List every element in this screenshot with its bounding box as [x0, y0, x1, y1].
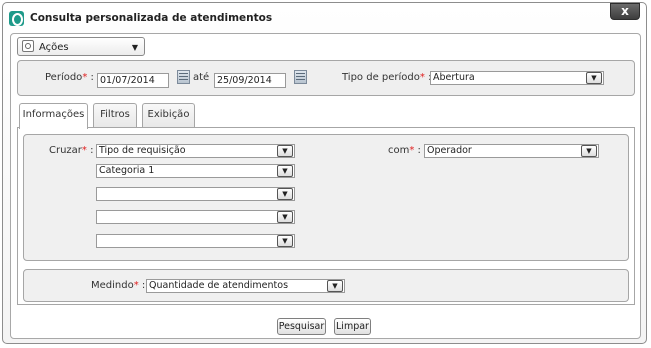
cruzar-select-1[interactable]: Tipo de requisição ▼	[96, 144, 295, 158]
cruzar-select-4[interactable]: ▼	[96, 210, 295, 224]
period-panel: Período* : 01/07/2014 até 25/09/2014 Tip…	[17, 60, 635, 96]
dialog-content: Ações ▼ Período* : 01/07/2014 até 25/09/…	[10, 33, 641, 339]
informacoes-tab-panel: Cruzar* : Tipo de requisição ▼ Categoria…	[17, 127, 635, 305]
chevron-down-icon: ▼	[277, 165, 293, 177]
title-bar: Consulta personalizada de atendimentos x	[3, 3, 646, 33]
chevron-down-icon: ▼	[277, 235, 293, 247]
dialog-window: Consulta personalizada de atendimentos x…	[2, 2, 647, 344]
cruzar-label: Cruzar* :	[49, 145, 94, 156]
period-type-select[interactable]: Abertura ▼	[430, 71, 604, 85]
period-type-value: Abertura	[433, 72, 475, 83]
pesquisar-button[interactable]: Pesquisar	[277, 318, 326, 335]
chevron-down-icon: ▼	[581, 145, 597, 157]
cruzar-select-5[interactable]: ▼	[96, 234, 295, 248]
actions-menu-button[interactable]: Ações ▼	[17, 37, 145, 56]
gear-icon	[22, 40, 34, 52]
caret-down-icon: ▼	[131, 43, 138, 52]
dialog-title: Consulta personalizada de atendimentos	[30, 12, 273, 24]
medindo-select[interactable]: Quantidade de atendimentos ▼	[146, 279, 345, 293]
period-start-input[interactable]: 01/07/2014	[97, 73, 169, 88]
com-select[interactable]: Operador ▼	[424, 144, 599, 158]
calendar-icon[interactable]	[177, 70, 190, 84]
medindo-label: Medindo* :	[91, 280, 146, 291]
cruzar-section: Cruzar* : Tipo de requisição ▼ Categoria…	[23, 134, 629, 261]
cruzar-select-2[interactable]: Categoria 1 ▼	[96, 164, 295, 178]
limpar-button[interactable]: Limpar	[334, 318, 371, 335]
tab-exibicao[interactable]: Exibição	[142, 103, 195, 127]
period-type-label: Tipo de período* :	[342, 72, 432, 83]
chevron-down-icon: ▼	[586, 72, 602, 84]
period-end-input[interactable]: 25/09/2014	[214, 73, 286, 88]
chevron-down-icon: ▼	[277, 188, 293, 200]
calendar-icon[interactable]	[294, 70, 307, 84]
ate-label: até	[193, 72, 210, 83]
close-button[interactable]: x	[610, 3, 640, 20]
com-label: com* :	[388, 145, 421, 156]
chevron-down-icon: ▼	[277, 211, 293, 223]
app-logo-icon	[9, 11, 24, 26]
medindo-value: Quantidade de atendimentos	[149, 280, 289, 291]
com-value: Operador	[427, 145, 472, 156]
period-label: Período* :	[45, 72, 94, 83]
chevron-down-icon: ▼	[327, 280, 343, 292]
cruzar-select-3[interactable]: ▼	[96, 187, 295, 201]
actions-menu-label: Ações	[39, 42, 69, 53]
cruzar-value-1: Tipo de requisição	[99, 145, 186, 156]
tab-filtros[interactable]: Filtros	[93, 103, 137, 127]
tab-informacoes[interactable]: Informações	[19, 103, 88, 129]
chevron-down-icon: ▼	[277, 145, 293, 157]
cruzar-value-2: Categoria 1	[99, 165, 155, 176]
medindo-section: Medindo* : Quantidade de atendimentos ▼	[23, 269, 629, 302]
